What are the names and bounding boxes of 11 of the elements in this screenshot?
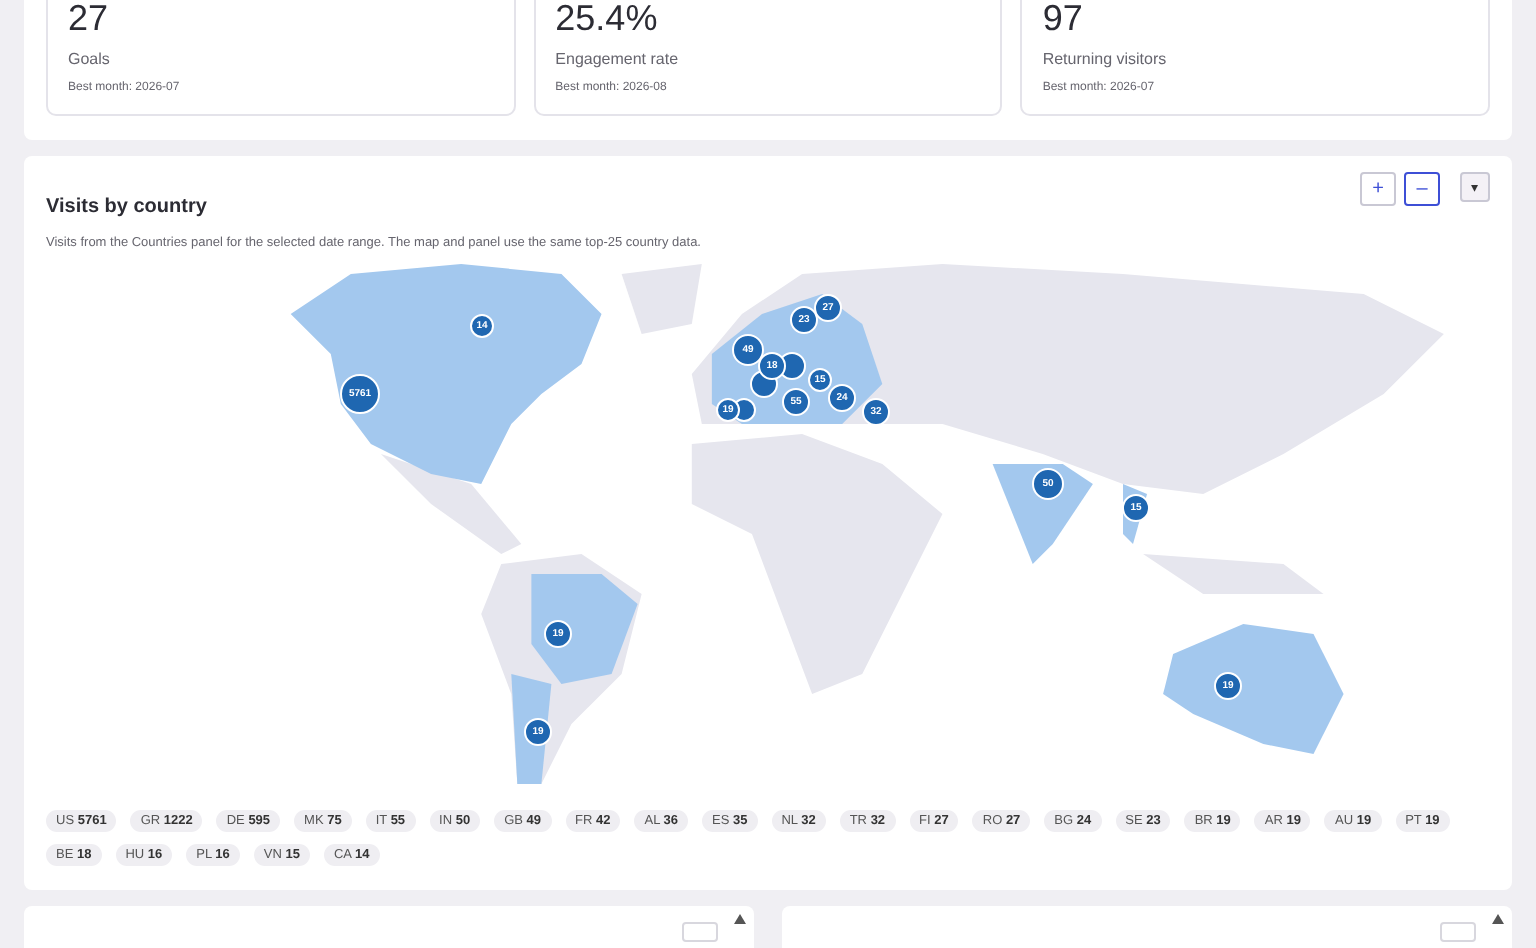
- stat-label: Goals: [68, 50, 110, 68]
- stat-label: Returning visitors: [1042, 50, 1167, 68]
- caret-up-icon[interactable]: [1492, 914, 1504, 924]
- zoom-button[interactable]: –: [1404, 172, 1440, 206]
- stat-value: 25.4%: [555, 0, 658, 38]
- panel-title: Visits by country: [46, 196, 207, 218]
- stat-value: 97: [1042, 0, 1083, 38]
- stat-label: Engagement rate: [555, 50, 679, 68]
- stat-value: 27: [68, 0, 109, 38]
- caret-up-icon[interactable]: [734, 914, 746, 924]
- zoom-button[interactable]: +: [1360, 172, 1396, 206]
